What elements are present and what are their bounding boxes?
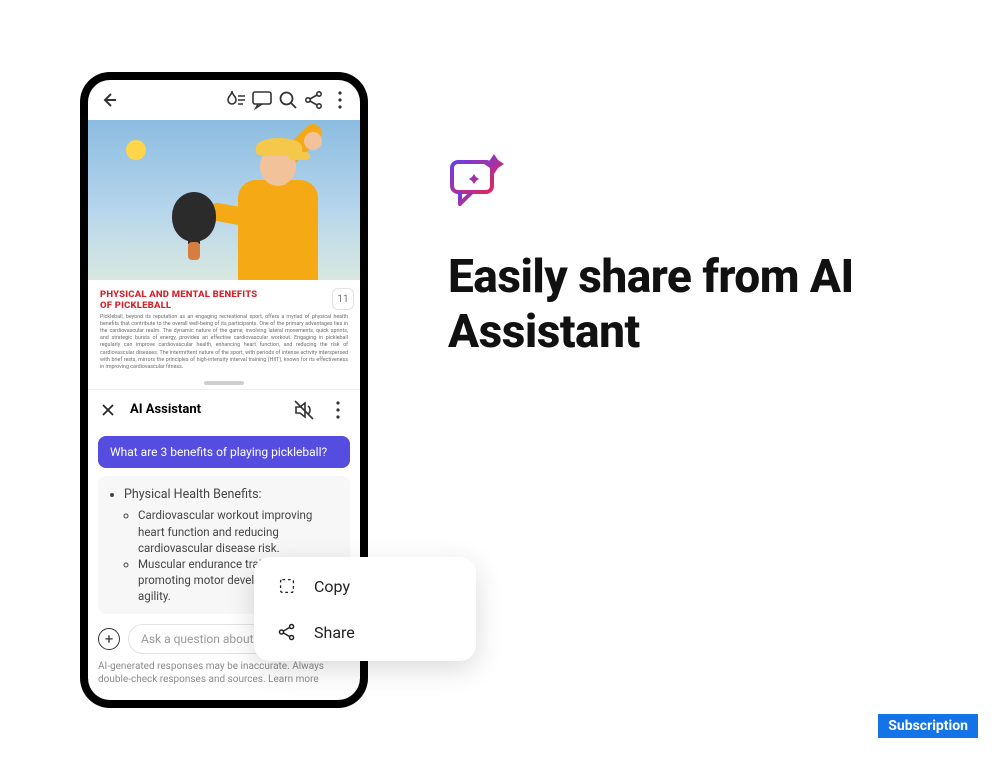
share-icon[interactable] — [302, 88, 326, 112]
overflow-icon[interactable] — [328, 88, 352, 112]
add-button[interactable]: + — [98, 628, 120, 650]
share-label: Share — [314, 623, 355, 642]
user-question-chip[interactable]: What are 3 benefits of playing picklebal… — [98, 436, 350, 468]
close-icon[interactable] — [98, 400, 118, 420]
share-popover: Copy Share — [254, 557, 476, 661]
page-number-badge: 11 — [332, 288, 354, 310]
back-icon[interactable] — [96, 88, 120, 112]
answer-bullet: Cardiovascular workout improving heart f… — [138, 507, 338, 555]
panel-drag-handle[interactable] — [204, 381, 244, 385]
copy-item[interactable]: Copy — [254, 563, 476, 609]
document-title-2: OF PICKLEBALL — [100, 301, 348, 312]
document-hero-image — [88, 120, 360, 280]
ai-assistant-logo-icon — [448, 152, 508, 208]
ai-disclaimer: AI-generated responses may be inaccurate… — [88, 656, 360, 694]
assistant-overflow-icon[interactable] — [326, 398, 350, 422]
copy-icon — [276, 575, 298, 597]
document-text: 11 PHYSICAL AND MENTAL BENEFITS OF PICKL… — [88, 280, 360, 375]
search-icon[interactable] — [276, 88, 300, 112]
answer-heading: Physical Health Benefits: — [124, 486, 338, 504]
liquid-mode-icon[interactable] — [224, 88, 248, 112]
assistant-header: AI Assistant — [88, 390, 360, 430]
app-bar — [88, 80, 360, 120]
subscription-badge: Subscription — [878, 714, 978, 738]
mute-icon[interactable] — [292, 398, 316, 422]
assistant-title: AI Assistant — [130, 402, 282, 417]
share-item[interactable]: Share — [254, 609, 476, 655]
comment-icon[interactable] — [250, 88, 274, 112]
document-body: Pickleball, beyond its reputation as an … — [100, 314, 348, 371]
copy-label: Copy — [314, 577, 350, 596]
marketing-headline: Easily share from AI Assistant — [448, 250, 948, 360]
share-icon — [276, 621, 298, 643]
document-area: 11 PHYSICAL AND MENTAL BENEFITS OF PICKL… — [88, 120, 360, 389]
